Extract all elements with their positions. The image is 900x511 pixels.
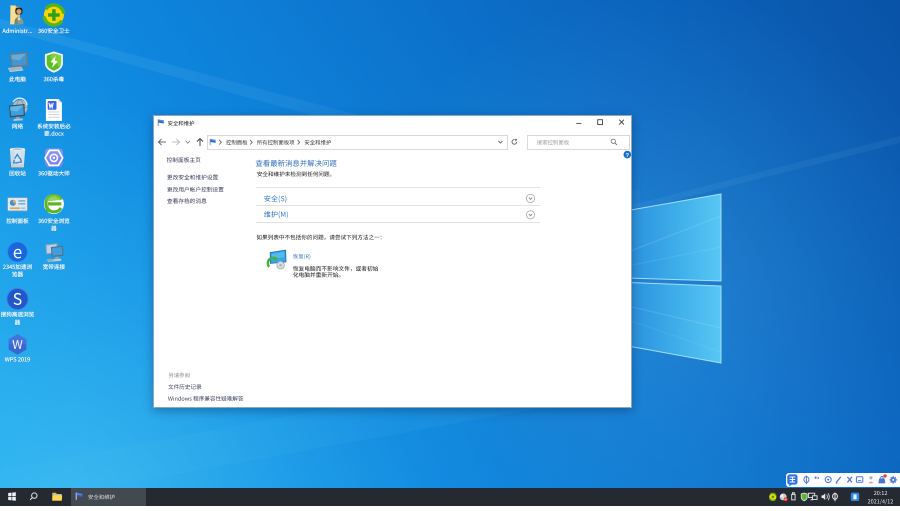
svg-text:?: ? [626,153,630,159]
